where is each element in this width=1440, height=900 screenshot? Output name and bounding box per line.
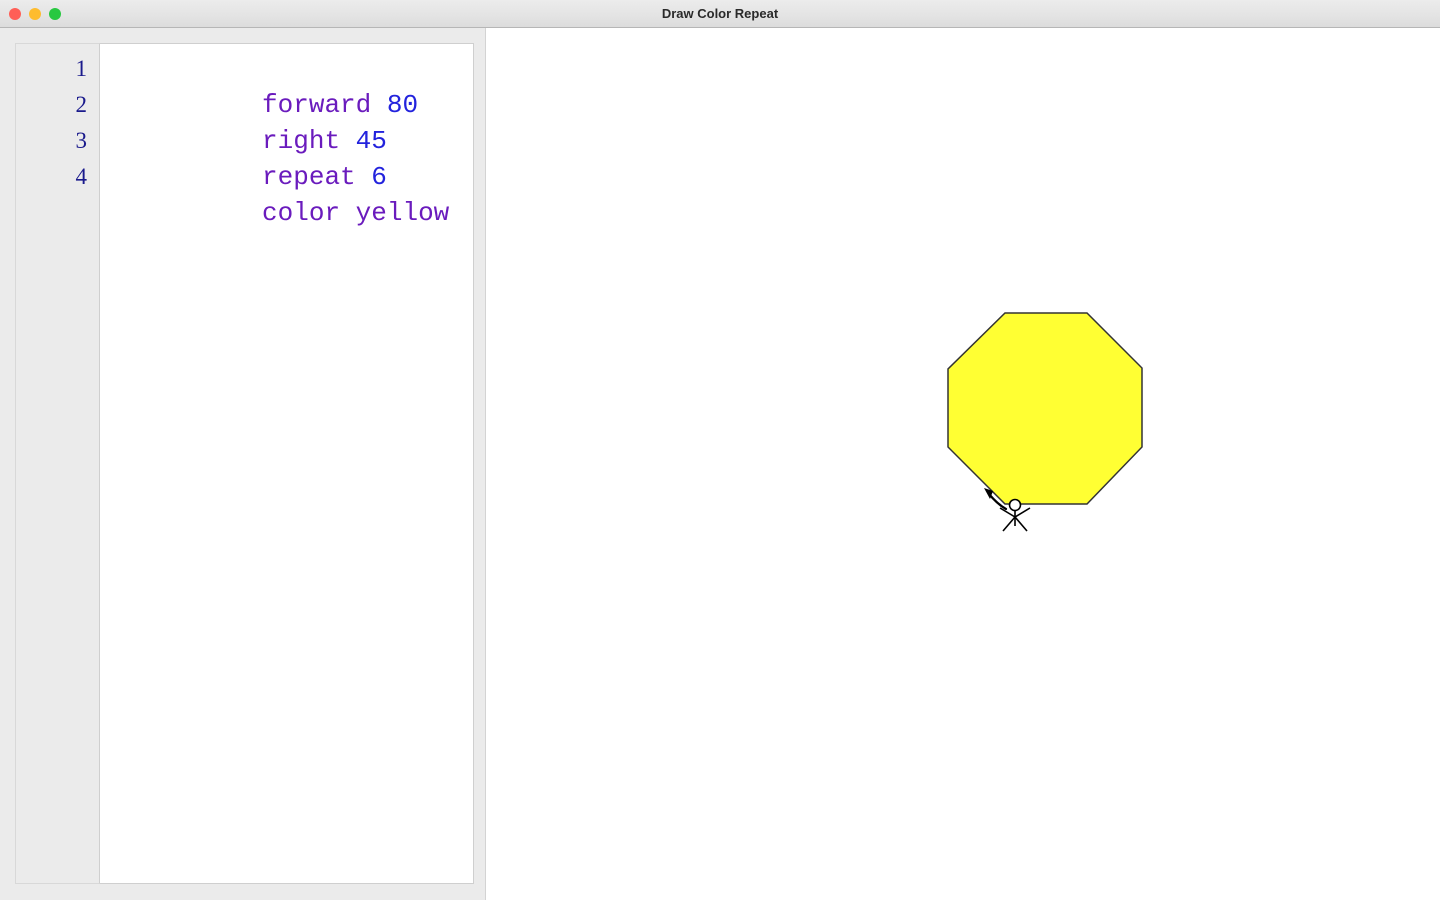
line-number: 2 [75, 92, 88, 117]
editor-pane: 1 2 3 4 forward 80 right 45 repeat 6 col… [0, 28, 486, 900]
titlebar: Draw Color Repeat [0, 0, 1440, 28]
app-window: Draw Color Repeat 1 2 3 4 forward 80 rig… [0, 0, 1440, 900]
line-number: 4 [75, 164, 88, 189]
code-token-keyword: forward [262, 90, 372, 120]
close-button[interactable] [9, 8, 21, 20]
code-line[interactable]: forward 80 [106, 51, 473, 120]
code-editor-input[interactable]: forward 80 right 45 repeat 6 color yello… [100, 43, 474, 884]
code-token-keyword: color [262, 198, 341, 228]
line-number: 3 [75, 128, 88, 153]
octagon-shape [947, 312, 1143, 505]
code-token-value: 45 [355, 126, 387, 156]
code-token-value: 6 [371, 162, 387, 192]
line-number-gutter: 1 2 3 4 [15, 43, 100, 884]
code-token-keyword: repeat [262, 162, 356, 192]
minimize-button[interactable] [29, 8, 41, 20]
code-token-keyword: right [262, 126, 341, 156]
code-token-value: yellow [355, 198, 450, 228]
window-controls [9, 0, 61, 28]
line-number: 1 [75, 56, 88, 81]
zoom-button[interactable] [49, 8, 61, 20]
editor-container: 1 2 3 4 forward 80 right 45 repeat 6 col… [15, 43, 474, 884]
drawing-canvas[interactable] [486, 28, 1440, 900]
code-token-value: 80 [386, 90, 419, 120]
window-title: Draw Color Repeat [661, 6, 779, 21]
